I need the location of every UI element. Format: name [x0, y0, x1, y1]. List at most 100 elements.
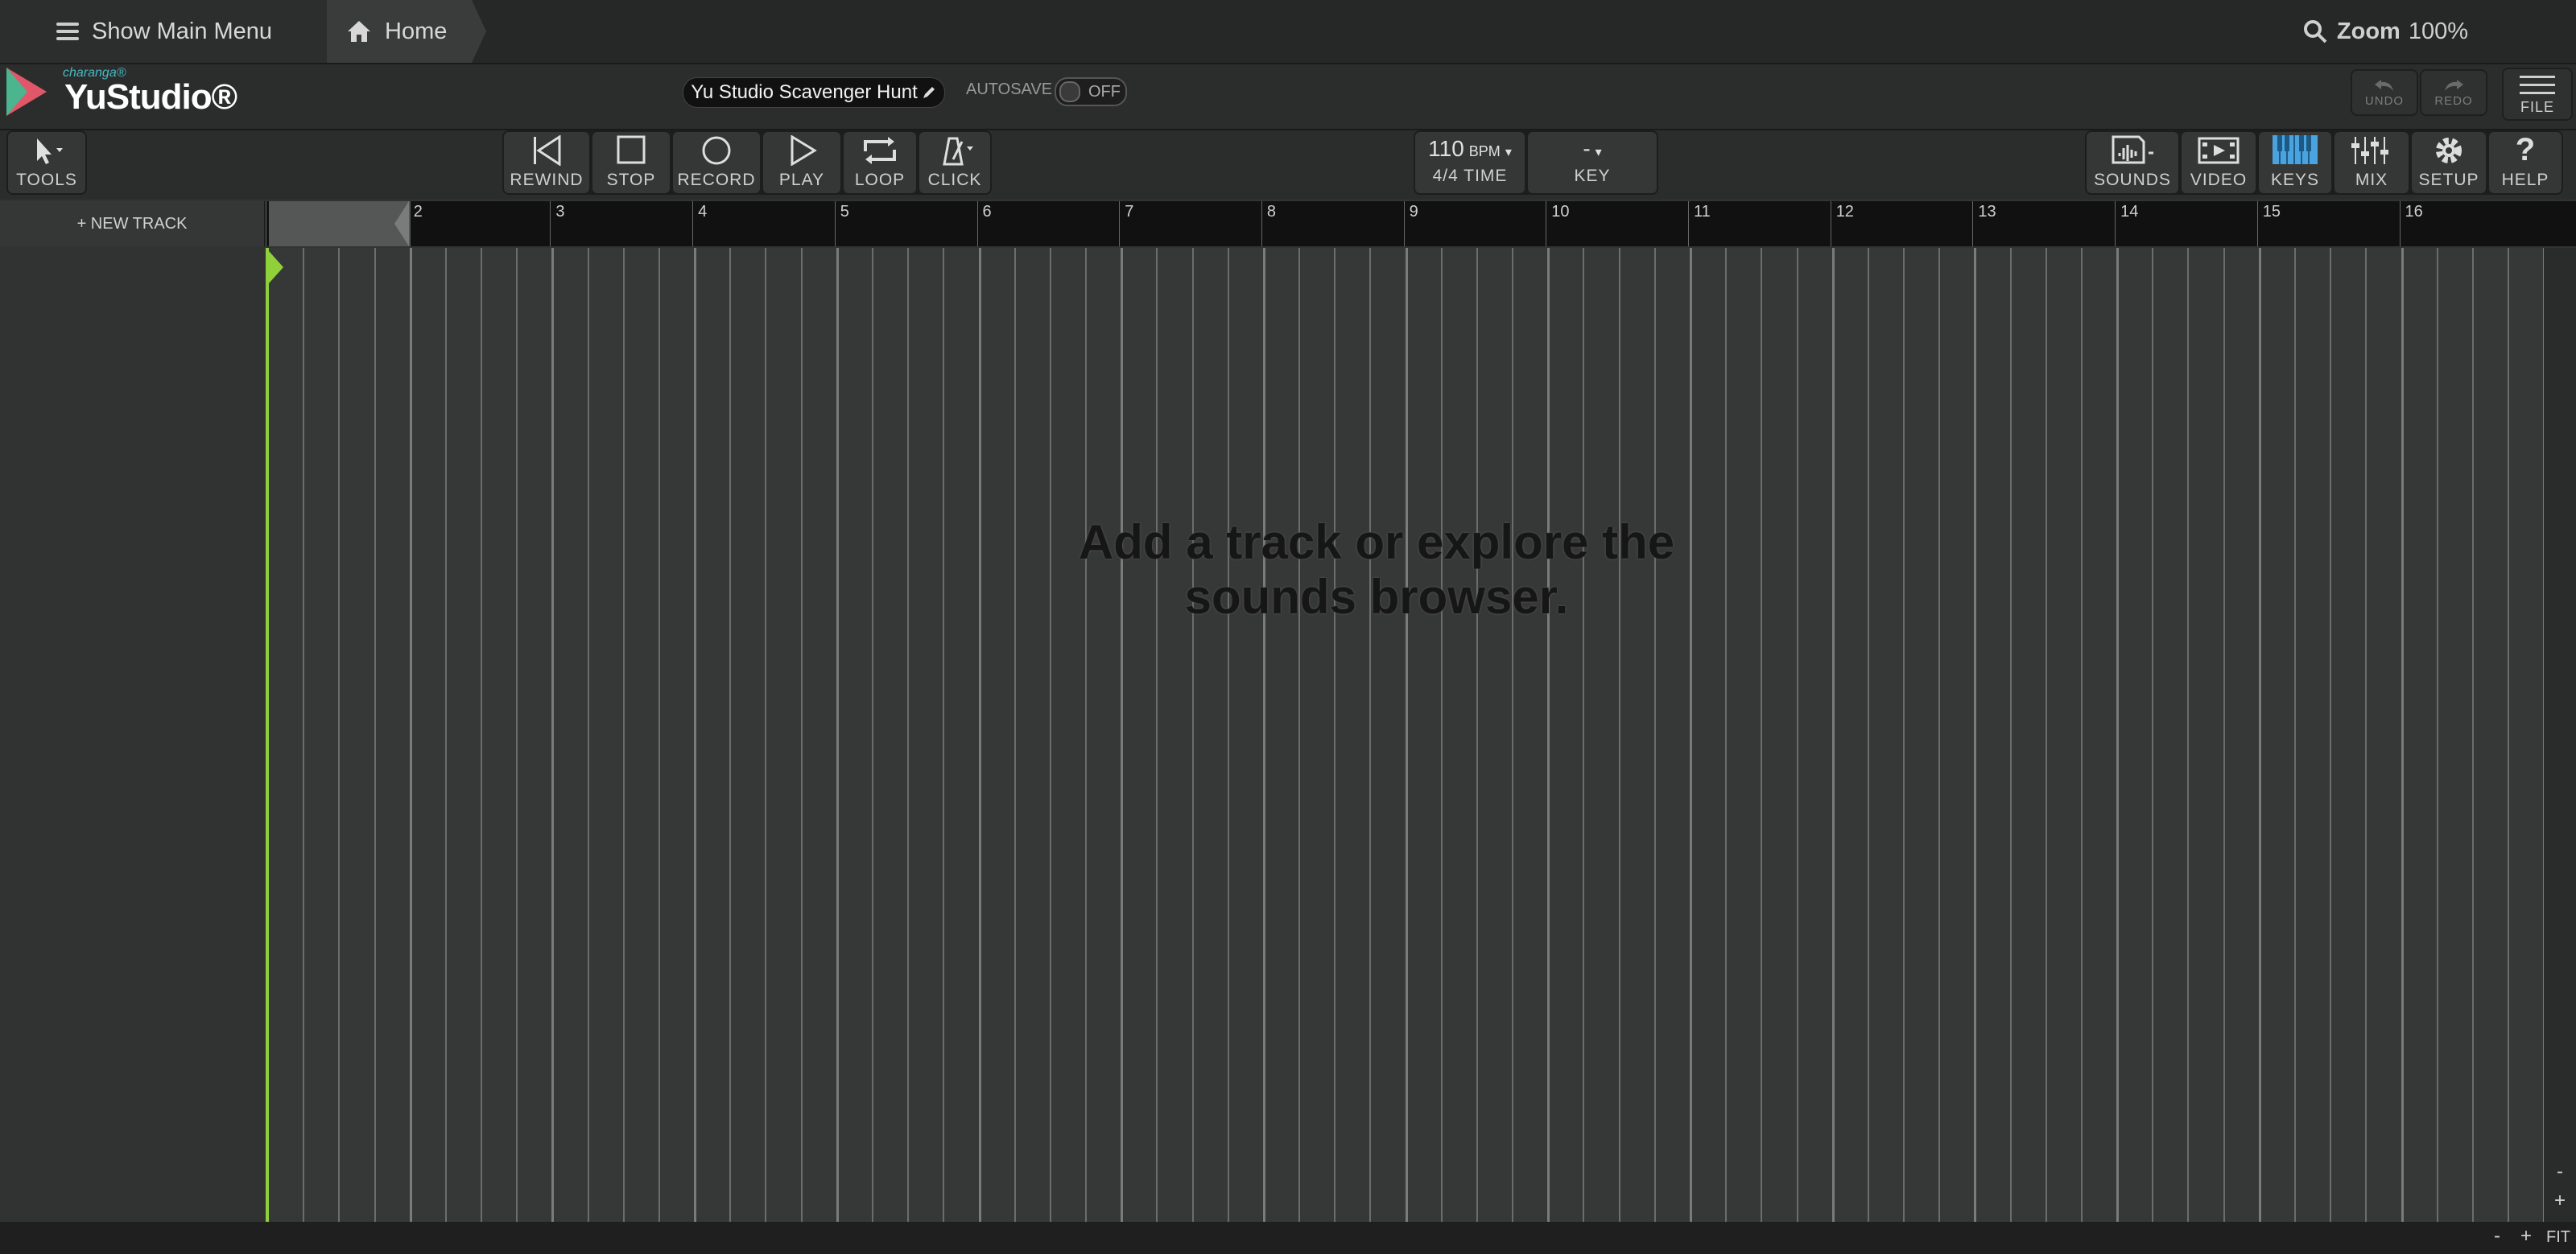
- undo-label: UNDO: [2364, 93, 2405, 108]
- home-breadcrumb[interactable]: Home: [327, 0, 472, 63]
- beat-gridline: [2080, 248, 2083, 1222]
- record-button[interactable]: RECORD: [673, 132, 760, 193]
- vertical-zoom-in-button[interactable]: +: [2549, 1190, 2571, 1212]
- arrangement-grid[interactable]: [267, 248, 2544, 1222]
- playhead-marker-icon[interactable]: [269, 251, 283, 283]
- new-track-button[interactable]: + NEW TRACK: [0, 201, 266, 246]
- bar-gridline: [1690, 248, 1692, 1222]
- setup-label: SETUP: [2418, 171, 2479, 189]
- bar-number-label: 3: [555, 203, 565, 221]
- zoom-control[interactable]: Zoom 100%: [2303, 0, 2468, 63]
- transport-controls: REWIND STOP RECORD PLAY LOOP CLICK: [502, 130, 992, 195]
- beat-gridline: [374, 248, 376, 1222]
- beat-gridline: [1725, 248, 1728, 1222]
- beat-gridline: [2508, 248, 2510, 1222]
- autosave-state: OFF: [1088, 82, 1121, 101]
- beat-gridline: [338, 248, 341, 1222]
- loop-button[interactable]: LOOP: [844, 132, 916, 193]
- beat-gridline: [622, 248, 625, 1222]
- undo-button[interactable]: UNDO: [2351, 69, 2418, 116]
- bar-gridline: [694, 248, 697, 1222]
- bar-number-8: 8: [1261, 201, 1276, 246]
- record-label: RECORD: [677, 171, 756, 189]
- keys-label: KEYS: [2270, 171, 2320, 189]
- bar-gridline: [409, 248, 412, 1222]
- beat-gridline: [2152, 248, 2154, 1222]
- loop-region[interactable]: [269, 201, 411, 246]
- play-button[interactable]: PLAY: [763, 132, 840, 193]
- beat-gridline: [1440, 248, 1443, 1222]
- help-button[interactable]: ? HELP: [2489, 132, 2562, 193]
- mix-icon: [2351, 137, 2388, 164]
- stop-icon: [617, 135, 646, 164]
- beat-gridline: [2187, 248, 2190, 1222]
- beat-gridline: [303, 248, 305, 1222]
- setup-button[interactable]: SETUP: [2412, 132, 2486, 193]
- record-icon: [702, 136, 731, 165]
- rewind-button[interactable]: REWIND: [504, 132, 589, 193]
- key-button[interactable]: - ▾ KEY: [1528, 132, 1657, 193]
- bar-number-5: 5: [834, 201, 849, 246]
- menu-lines-icon: [2520, 75, 2555, 94]
- bar-number-label: 13: [1978, 203, 1996, 221]
- bar-number-label: 16: [2405, 203, 2423, 221]
- beat-gridline: [2330, 248, 2332, 1222]
- bar-gridline: [551, 248, 555, 1222]
- autosave-label: AUTOSAVE: [966, 80, 1053, 98]
- zoom-fit-button[interactable]: FIT: [2542, 1228, 2574, 1247]
- gear-icon: [2436, 138, 2462, 163]
- bar-number-label: 4: [698, 203, 708, 221]
- tempo-button[interactable]: 110 BPM ▾ 4/4 TIME: [1415, 132, 1525, 193]
- beat-gridline: [2293, 248, 2296, 1222]
- breadcrumb-arrow: [472, 0, 486, 63]
- keys-button[interactable]: KEYS: [2259, 132, 2331, 193]
- metronome-icon: [943, 137, 973, 166]
- vertical-zoom-out-button[interactable]: -: [2549, 1161, 2571, 1183]
- playhead[interactable]: [266, 248, 269, 1222]
- bar-gridline: [978, 248, 981, 1222]
- video-button[interactable]: VIDEO: [2182, 132, 2256, 193]
- video-icon: [2198, 137, 2240, 164]
- click-label: CLICK: [927, 171, 982, 189]
- mix-button[interactable]: MIX: [2334, 132, 2409, 193]
- tempo-unit: BPM: [1468, 143, 1501, 159]
- beat-gridline: [1796, 248, 1798, 1222]
- help-icon: ?: [2515, 132, 2536, 167]
- file-menu-button[interactable]: FILE: [2502, 68, 2573, 121]
- beat-gridline: [1227, 248, 1229, 1222]
- autosave-toggle[interactable]: OFF: [1055, 77, 1127, 106]
- redo-label: REDO: [2434, 93, 2473, 108]
- loop-label: LOOP: [854, 171, 906, 189]
- beat-gridline: [516, 248, 518, 1222]
- horizontal-zoom-out-button[interactable]: -: [2487, 1225, 2507, 1248]
- redo-button[interactable]: REDO: [2420, 69, 2487, 116]
- bar-number-7: 7: [1119, 201, 1133, 246]
- beat-gridline: [1476, 248, 1478, 1222]
- project-title-field[interactable]: Yu Studio Scavenger Hunt: [683, 77, 945, 108]
- empty-message-line2: sounds browser.: [1184, 570, 1569, 624]
- bar-number-9: 9: [1403, 201, 1418, 246]
- loop-icon: [864, 137, 896, 164]
- tools-button[interactable]: TOOLS: [8, 132, 85, 193]
- bar-number-label: 8: [1266, 203, 1277, 221]
- hamburger-icon: [56, 23, 79, 40]
- show-main-menu-button[interactable]: Show Main Menu: [0, 0, 327, 63]
- loop-end-handle[interactable]: [394, 201, 409, 246]
- pointer-icon: [37, 138, 63, 164]
- click-button[interactable]: CLICK: [919, 132, 990, 193]
- mix-label: MIX: [2355, 171, 2388, 189]
- beat-gridline: [1156, 248, 1158, 1222]
- sounds-button[interactable]: SOUNDS: [2087, 132, 2178, 193]
- rewind-label: REWIND: [510, 171, 584, 189]
- empty-state-message: Add a track or explore the sounds browse…: [966, 515, 1787, 625]
- tools-label: TOOLS: [16, 171, 77, 189]
- beat-gridline: [2436, 248, 2438, 1222]
- stop-button[interactable]: STOP: [592, 132, 670, 193]
- zoom-value: 100%: [2408, 18, 2468, 44]
- timeline-ruler[interactable]: 12345678910111213141516: [266, 201, 2576, 246]
- track-header-panel: [0, 248, 267, 1222]
- beat-gridline: [1191, 248, 1194, 1222]
- horizontal-zoom-in-button[interactable]: +: [2516, 1225, 2536, 1248]
- beat-gridline: [444, 248, 447, 1222]
- beat-gridline: [2223, 248, 2225, 1222]
